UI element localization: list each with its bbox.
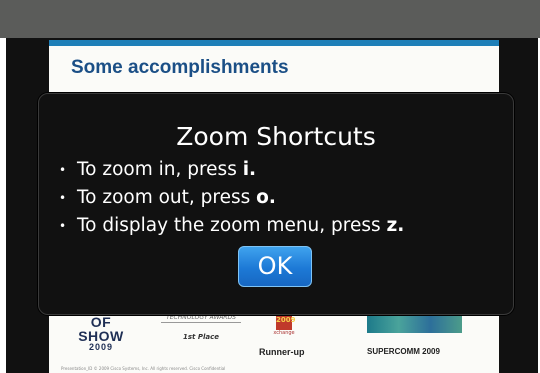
shortcut-zoom-in: • To zoom in, press i. — [59, 156, 404, 184]
zoom-shortcuts-dialog: Zoom Shortcuts • To zoom in, press i. • To… — [38, 93, 514, 315]
tech-awards-text: TECHNOLOGY AWARDS — [161, 314, 241, 323]
bullet-icon: • — [59, 219, 67, 233]
dialog-title: Zoom Shortcuts — [176, 122, 376, 151]
runner-up-label: Runner-up — [259, 347, 305, 357]
first-place-text: 1st Place — [183, 333, 219, 341]
shortcut-zoom-menu: • To display the zoom menu, press z. — [59, 212, 404, 240]
shortcut-key: z. — [386, 215, 405, 236]
shortcut-list: • To zoom in, press i. • To zoom out, pres… — [59, 156, 404, 240]
shortcut-zoom-out: • To zoom out, press o. — [59, 184, 404, 212]
supercomm-label: SUPERCOMM 2009 — [367, 347, 440, 356]
technology-awards-logo: TECHNOLOGY AWARDS 1st Place — [161, 314, 241, 344]
shortcut-text: To zoom in, press — [77, 159, 243, 180]
show-logo-line2: 2009 — [88, 342, 114, 352]
best-of-show-logo: OF SHOW 2009 — [77, 314, 125, 352]
shortcut-key: o. — [256, 187, 276, 208]
supercomm-banner-image — [367, 314, 462, 333]
bullet-icon: • — [59, 163, 67, 177]
shortcut-text: To display the zoom menu, press — [77, 215, 387, 236]
ok-button[interactable]: OK — [238, 246, 312, 287]
top-bar — [0, 0, 540, 38]
shortcut-key: i. — [242, 159, 257, 180]
shortcut-text: To zoom out, press — [77, 187, 257, 208]
show-logo-line1: OF SHOW — [78, 314, 124, 344]
xchange-text: xchange — [273, 330, 295, 336]
slide-footer: Presentation_ID © 2009 Cisco Systems, In… — [61, 366, 226, 371]
slide-header-line — [49, 40, 499, 46]
bullet-icon: • — [59, 191, 67, 205]
slide-title: Some accomplishments — [71, 57, 289, 78]
